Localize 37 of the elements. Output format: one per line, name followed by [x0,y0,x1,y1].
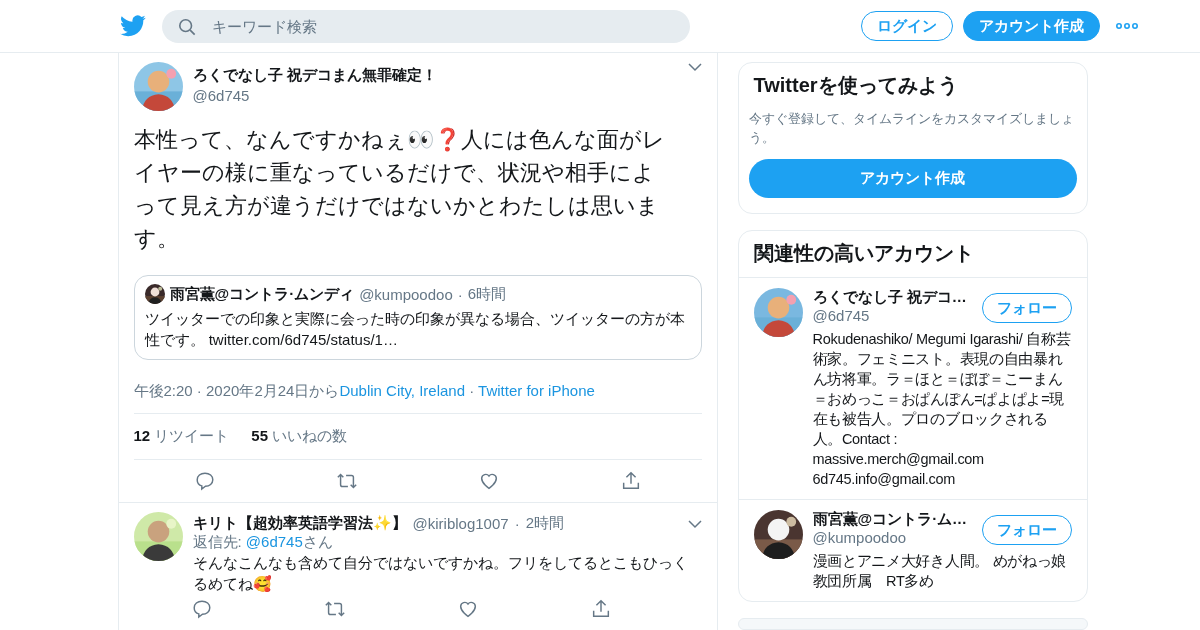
quoted-tweet[interactable]: 雨宮薫@コントラ·ムンディ @kumpoodoo · 6時間 ツイッターでの印象と実際に会った時の印象が異なる場合、ツイッターの方が本性です。 twitter.com/6d745/status/1… [133,275,702,360]
stat-text[interactable]: 12 リツイート [133,427,230,446]
signup-button[interactable]: アカウント作成 [963,11,1100,41]
tweet-time: 6時間 [467,284,507,304]
user-name[interactable]: ろくでなし子 祝デコまん無罪確定！ [192,66,678,85]
mention-link[interactable]: @6d745 [245,533,303,550]
login-button[interactable]: ログイン [861,11,953,41]
account-handle[interactable]: @kumpoodoo [812,529,974,546]
tweet-time[interactable]: 2時間 [525,514,564,533]
location-link[interactable]: Dublin City, Ireland [339,382,466,399]
quoted-text: ツイッターでの印象と実際に会った時の印象が異なる場合、ツイッターの方が本性です。 twitter.com/6d745/status/1… [144,309,686,350]
user-name: 雨宮薫@コントラ·ムンディ [169,284,355,304]
stat-text[interactable]: 55 いいねの数 [251,427,348,446]
source-link[interactable]: Twitter for iPhone [478,382,595,399]
search-field[interactable]: キーワード検索 [162,9,690,43]
link[interactable]: twitter.com/6d745/status/1… [208,331,398,348]
account-handle[interactable]: @6d745 [812,307,974,324]
account-bio: 漫画とアニメ大好き人間。 めがねっ娘教団所属 RT多め [812,552,1068,591]
follow-button[interactable]: フォロー [981,293,1072,323]
tweet-meta: 午後2:20 · 2020年2月24日からDublin City, Ireland · Twitter for iPhone [133,382,596,401]
card-text: 今すぐ登録して、タイムラインをカスタマイズしましょう。 [748,110,1075,147]
user-handle[interactable]: @kiriblog1007 [412,515,509,532]
user-handle[interactable]: @6d745 [192,87,678,104]
account-name[interactable]: 雨宮薫@コントラ·ム… [812,510,974,529]
tweet-text: 本性って、なんですかねぇ👀❓人には色んな面がレイヤーの様に重なっているだけで、状況や相手によって見え方が違うだけではないかとわたしは思います。 [133,126,666,253]
reply-to-text: 返信先: @6d745さん [192,533,334,552]
signup-button[interactable]: アカウント作成 [748,159,1077,198]
follow-button[interactable]: フォロー [981,515,1072,545]
account-bio: Rokudenashiko/ Megumi Igarashi/ 自称芸術家。フェミニスト。表現の自由暴れん坊将軍。ラ＝ほと＝ぼぼ＝こーまん＝おめっこ＝おぱんぽん=ぱよぱよ=現在も被告人。プロのブロックされる人。Contact : massive.merch@gmail.com 6d745.info@gmail.com [812,330,1072,489]
user-handle: @kumpoodoo [359,285,453,303]
card-title: 関連性の高いアカウント [738,231,1087,278]
user-name[interactable]: キリト【超効率英語学習法✨】 [192,514,407,533]
account-name[interactable]: ろくでなし子 祝デコ… [812,288,974,307]
reply-text: そんなこんなも含めて自分ではないですかね。フリをしてるとこもひっくるめてね🥰 [192,553,689,594]
separator-dot: · [457,285,463,303]
card-title: Twitterを使ってみよう [752,73,959,98]
separator-dot: · [514,515,520,532]
